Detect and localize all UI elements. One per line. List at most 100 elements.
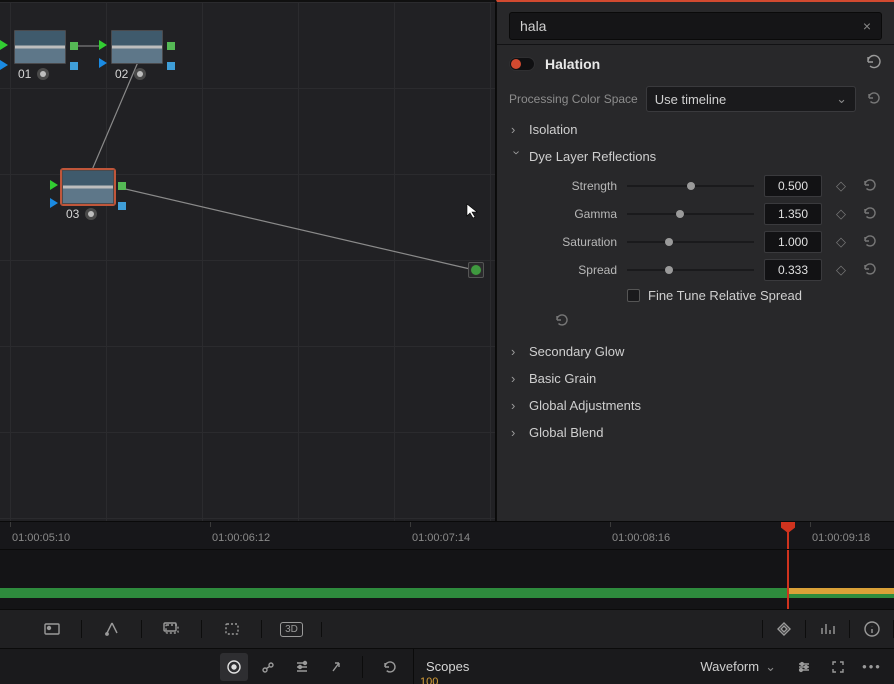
- param-saturation-value[interactable]: 1.000: [764, 231, 822, 253]
- param-spread-value[interactable]: 0.333: [764, 259, 822, 281]
- video-track-bar[interactable]: [0, 588, 894, 598]
- fine-tune-reset[interactable]: [505, 313, 617, 330]
- scopes-expand-button[interactable]: [824, 653, 852, 681]
- node-02[interactable]: 02: [111, 30, 163, 80]
- node-graph[interactable]: 01 02 03: [0, 0, 496, 522]
- wheel-log-button[interactable]: [254, 653, 282, 681]
- param-spread-slider[interactable]: [627, 263, 754, 277]
- param-saturation-reset[interactable]: [860, 234, 878, 251]
- chevron-right-icon: ›: [511, 371, 523, 386]
- chevron-down-icon: ›: [510, 151, 525, 163]
- scopes-mode-value: Waveform: [700, 659, 759, 674]
- node-03-out-green[interactable]: [118, 182, 126, 190]
- processing-space-reset[interactable]: [864, 91, 882, 108]
- section-secondary-glow-label: Secondary Glow: [529, 344, 624, 359]
- param-gamma-value[interactable]: 1.350: [764, 203, 822, 225]
- 3d-badge-icon: 3D: [280, 622, 303, 637]
- section-dye-label: Dye Layer Reflections: [529, 149, 656, 164]
- param-strength-slider[interactable]: [627, 179, 754, 193]
- ruler-tick-2: 01:00:07:14: [412, 527, 470, 544]
- node-01-thumb: [14, 30, 66, 64]
- toolbar-crop-button[interactable]: [202, 620, 262, 638]
- node-03-label: 03: [66, 207, 79, 221]
- node-01[interactable]: 01: [14, 30, 66, 80]
- fx-icon: [85, 208, 97, 220]
- param-gamma-keyframe[interactable]: ◇: [832, 206, 850, 222]
- fine-tune-checkbox[interactable]: [627, 289, 640, 302]
- param-strength-value[interactable]: 0.500: [764, 175, 822, 197]
- wheel-reset-button[interactable]: [375, 653, 403, 681]
- toolbar-keyframes-button[interactable]: [762, 620, 806, 638]
- timeline-ruler[interactable]: 01:00:05:10 01:00:06:12 01:00:07:14 01:0…: [0, 522, 894, 550]
- effect-reset-button[interactable]: [864, 53, 882, 74]
- clear-search-button[interactable]: ×: [859, 18, 875, 34]
- video-track-bar-next[interactable]: [787, 588, 894, 594]
- wheel-primary-button[interactable]: [220, 653, 248, 681]
- section-global-blend[interactable]: › Global Blend: [501, 419, 890, 446]
- graph-output-terminal[interactable]: [468, 262, 484, 278]
- node-01-out-blue[interactable]: [70, 62, 78, 70]
- scopes-mode-select[interactable]: Waveform ⌄: [692, 659, 784, 675]
- section-isolation[interactable]: › Isolation: [501, 116, 890, 143]
- toolbar-gallery-button[interactable]: [22, 620, 82, 638]
- section-basic-grain[interactable]: › Basic Grain: [501, 365, 890, 392]
- param-strength-keyframe[interactable]: ◇: [832, 178, 850, 194]
- scopes-settings-button[interactable]: [790, 653, 818, 681]
- processing-space-label: Processing Color Space: [509, 92, 638, 106]
- param-gamma-slider[interactable]: [627, 207, 754, 221]
- scopes-title: Scopes: [426, 659, 469, 674]
- param-strength-reset[interactable]: [860, 178, 878, 195]
- param-saturation-slider[interactable]: [627, 235, 754, 249]
- fine-tune-label: Fine Tune Relative Spread: [648, 288, 802, 303]
- node-03-out-blue[interactable]: [118, 202, 126, 210]
- playhead[interactable]: [787, 522, 789, 550]
- node-03-in-blue[interactable]: [50, 198, 58, 208]
- wheel-auto-button[interactable]: [322, 653, 350, 681]
- node-01-label: 01: [18, 67, 31, 81]
- search-field[interactable]: ×: [509, 12, 882, 40]
- param-gamma-reset[interactable]: [860, 206, 878, 223]
- scope-axis-value: 100: [420, 676, 438, 684]
- param-saturation-keyframe[interactable]: ◇: [832, 234, 850, 250]
- terminal-dot-icon: [470, 264, 482, 276]
- toolbar-info-button[interactable]: [850, 620, 894, 638]
- chevron-right-icon: ›: [511, 425, 523, 440]
- node-02-out-blue[interactable]: [167, 62, 175, 70]
- node-02-out-green[interactable]: [167, 42, 175, 50]
- ruler-tick-1: 01:00:06:12: [212, 527, 270, 544]
- section-global-blend-label: Global Blend: [529, 425, 603, 440]
- graph-input-green[interactable]: [0, 40, 8, 50]
- param-spread-keyframe[interactable]: ◇: [832, 262, 850, 278]
- ruler-tick-0: 01:00:05:10: [12, 527, 70, 544]
- section-dye-layer-reflections[interactable]: › Dye Layer Reflections: [501, 143, 890, 170]
- toolbar-3d-button[interactable]: 3D: [262, 622, 322, 637]
- toolbar-mask-button[interactable]: [142, 620, 202, 638]
- toolbar-color-button[interactable]: [82, 620, 142, 638]
- chevron-right-icon: ›: [511, 344, 523, 359]
- playhead-line: [787, 550, 789, 610]
- param-spread-reset[interactable]: [860, 262, 878, 279]
- node-02-in-green[interactable]: [99, 40, 107, 50]
- node-02-in-blue[interactable]: [99, 58, 107, 68]
- bottom-strip: Scopes Waveform ⌄ •••: [0, 649, 894, 684]
- node-02-thumb: [111, 30, 163, 64]
- search-input[interactable]: [516, 14, 859, 38]
- graph-input-blue[interactable]: [0, 60, 8, 70]
- node-03[interactable]: 03: [62, 170, 114, 220]
- effect-enable-toggle[interactable]: [509, 57, 535, 71]
- section-secondary-glow[interactable]: › Secondary Glow: [501, 338, 890, 365]
- chevron-right-icon: ›: [511, 398, 523, 413]
- inspector-panel: × Halation Processing Color Space Use ti…: [496, 0, 894, 522]
- node-03-thumb: [62, 170, 114, 204]
- scopes-more-button[interactable]: •••: [858, 653, 886, 681]
- processing-space-select[interactable]: Use timeline ⌄: [646, 86, 856, 112]
- section-dye-body: Strength 0.500 ◇ Gamma 1.350 ◇: [501, 170, 890, 338]
- timeline-tracks[interactable]: [0, 550, 894, 610]
- node-01-out-green[interactable]: [70, 42, 78, 50]
- toolbar-scopes-button[interactable]: [806, 620, 850, 638]
- wheel-bars-button[interactable]: [288, 653, 316, 681]
- section-global-adjustments[interactable]: › Global Adjustments: [501, 392, 890, 419]
- node-03-in-green[interactable]: [50, 180, 58, 190]
- param-strength-label: Strength: [505, 179, 617, 193]
- param-gamma-label: Gamma: [505, 207, 617, 221]
